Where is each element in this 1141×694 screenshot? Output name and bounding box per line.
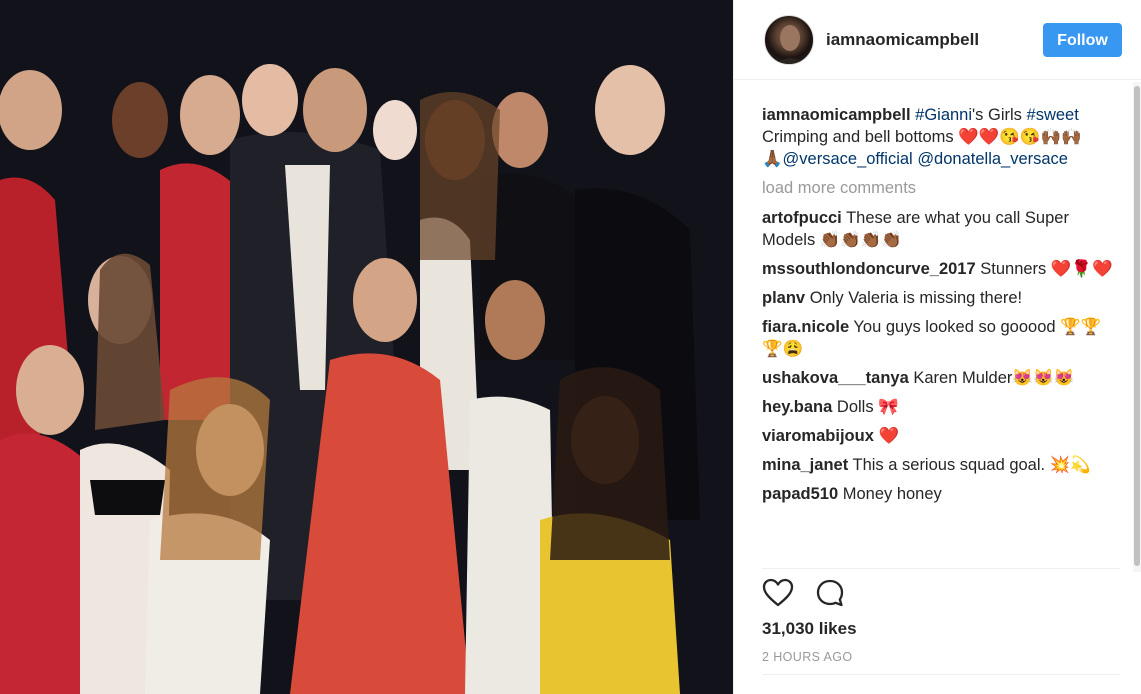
comment-text: Dolls 🎀 xyxy=(836,398,899,416)
likes-count[interactable]: 31,030 likes xyxy=(762,619,857,639)
load-more-comments[interactable]: load more comments xyxy=(762,177,1118,199)
caption-text-1: 's Girls xyxy=(972,106,1027,124)
comment-text: Karen Mulder😻😻😻 xyxy=(913,369,1075,387)
caption-text-2: Crimping and bell bottoms ❤️❤️😘😘🙌🏾🙌🏾 xyxy=(762,128,1082,146)
post-timestamp: 2 HOURS AGO xyxy=(762,650,853,664)
post-photo[interactable] xyxy=(0,0,733,694)
comment-username[interactable]: viaromabijoux xyxy=(762,427,874,445)
divider xyxy=(762,674,1120,675)
mention-versace[interactable]: @versace_official xyxy=(783,150,913,168)
comment-item: fiara.nicole You guys looked so gooood 🏆… xyxy=(762,316,1118,360)
caption-username[interactable]: iamnaomicampbell xyxy=(762,106,911,124)
hashtag-gianni[interactable]: #Gianni xyxy=(915,106,972,124)
comment-item: ushakova___tanya Karen Mulder😻😻😻 xyxy=(762,367,1118,389)
follow-button[interactable]: Follow xyxy=(1043,23,1122,57)
comment-username[interactable]: ushakova___tanya xyxy=(762,369,909,387)
comment-item: hey.bana Dolls 🎀 xyxy=(762,396,1118,418)
caption: iamnaomicampbell #Gianni's Girls #sweet … xyxy=(762,104,1118,170)
comment-username[interactable]: fiara.nicole xyxy=(762,318,849,336)
comment-username[interactable]: hey.bana xyxy=(762,398,832,416)
comment-item: mina_janet This a serious squad goal. 💥💫 xyxy=(762,454,1118,476)
mention-donatella[interactable]: @donatella_versace xyxy=(917,150,1068,168)
comment-username[interactable]: planv xyxy=(762,289,805,307)
comment-text: Only Valeria is missing there! xyxy=(809,289,1023,307)
hashtag-sweet[interactable]: #sweet xyxy=(1027,106,1079,124)
comment-item: viaromabijoux ❤️ xyxy=(762,425,1118,447)
comments-scrollbar-thumb[interactable] xyxy=(1134,86,1140,566)
comment-text: ❤️ xyxy=(878,427,900,445)
divider xyxy=(762,568,1120,569)
post-sidebar: iamnaomicampbell Follow iamnaomicampbell… xyxy=(733,0,1141,694)
comment-username[interactable]: papad510 xyxy=(762,485,838,503)
comment-item: artofpucci These are what you call Super… xyxy=(762,207,1118,251)
comment-username[interactable]: artofpucci xyxy=(762,209,842,227)
comment-bubble-icon[interactable] xyxy=(814,578,846,608)
comments-list: iamnaomicampbell #Gianni's Girls #sweet … xyxy=(762,104,1118,512)
comment-text: Money honey xyxy=(842,485,942,503)
comment-text: This a serious squad goal. 💥💫 xyxy=(852,456,1091,474)
comment-item: papad510 Money honey xyxy=(762,483,1118,505)
heart-icon[interactable] xyxy=(762,578,794,608)
post-header: iamnaomicampbell Follow xyxy=(734,0,1141,80)
avatar[interactable] xyxy=(764,15,814,65)
caption-emoji: 🙏🏾 xyxy=(762,150,783,168)
author-username[interactable]: iamnaomicampbell xyxy=(826,30,979,50)
comment-username[interactable]: mina_janet xyxy=(762,456,848,474)
comment-item: mssouthlondoncurve_2017 Stunners ❤️🌹❤️ xyxy=(762,258,1118,280)
comment-username[interactable]: mssouthlondoncurve_2017 xyxy=(762,260,976,278)
comment-item: planv Only Valeria is missing there! xyxy=(762,287,1118,309)
comment-text: Stunners ❤️🌹❤️ xyxy=(980,260,1113,278)
group-photo-illustration xyxy=(0,0,733,694)
